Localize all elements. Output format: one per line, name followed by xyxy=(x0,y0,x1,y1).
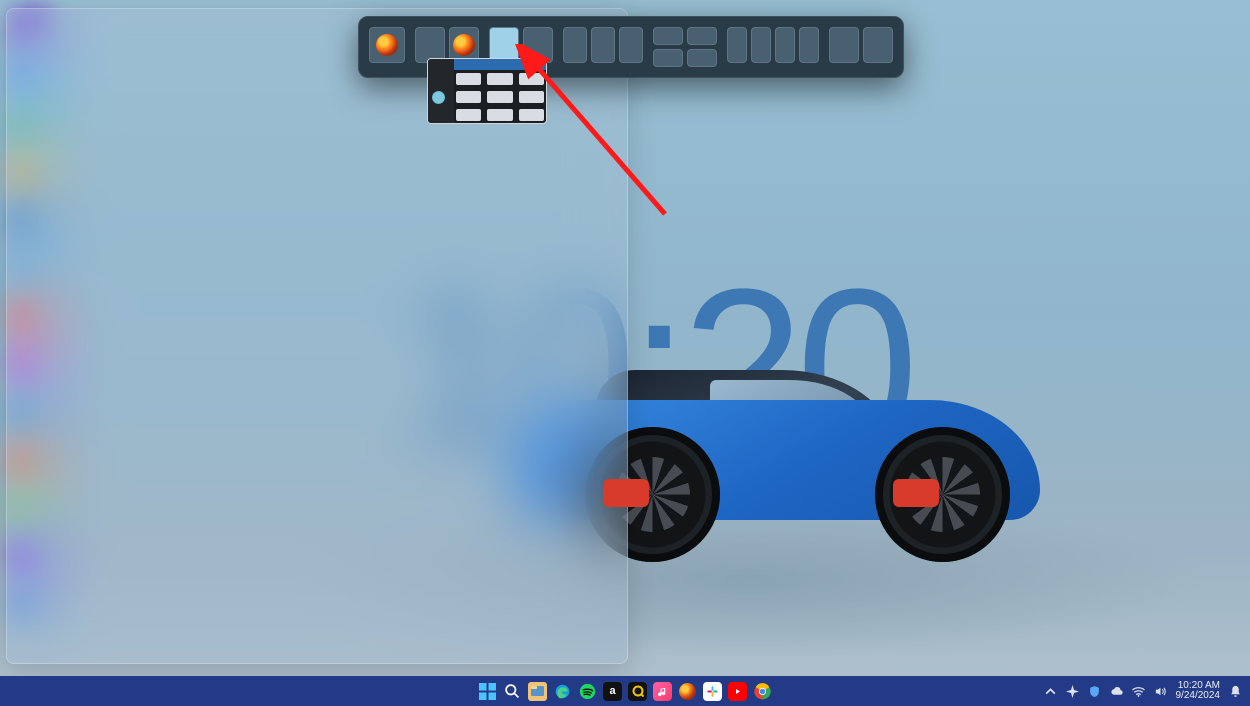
taskbar-app-q[interactable] xyxy=(628,682,647,701)
snap-cell[interactable] xyxy=(751,27,771,63)
taskbar-file-explorer[interactable] xyxy=(528,682,547,701)
snap-cell[interactable] xyxy=(687,49,717,67)
snap-cell[interactable] xyxy=(653,49,683,67)
taskbar-system-tray: 10:20 AM 9/24/2024 xyxy=(1044,681,1243,702)
firefox-icon xyxy=(679,683,696,700)
volume-icon[interactable] xyxy=(1154,685,1167,698)
snap-cell[interactable] xyxy=(653,27,683,45)
taskbar: a 10:20 AM 9/24/2024 xyxy=(0,676,1250,706)
taskbar-date: 9/24/2024 xyxy=(1176,691,1221,702)
snap-cell[interactable] xyxy=(727,27,747,63)
snap-cell[interactable] xyxy=(369,27,405,63)
notifications-icon[interactable] xyxy=(1229,685,1242,698)
taskbar-datetime[interactable]: 10:20 AM 9/24/2024 xyxy=(1176,681,1221,702)
snap-layout-full[interactable] xyxy=(367,25,407,69)
snap-cell[interactable] xyxy=(687,27,717,45)
taskbar-app-a[interactable]: a xyxy=(603,682,622,701)
firefox-icon xyxy=(376,34,398,56)
snap-cell[interactable] xyxy=(563,27,587,63)
chevron-up-icon[interactable] xyxy=(1044,685,1057,698)
start-button[interactable] xyxy=(478,682,497,701)
snap-candidate-window[interactable] xyxy=(427,58,547,124)
taskbar-slack[interactable] xyxy=(703,682,722,701)
shield-icon[interactable] xyxy=(1088,685,1101,698)
firefox-icon xyxy=(453,34,475,56)
taskbar-youtube[interactable] xyxy=(728,682,747,701)
snap-cell[interactable] xyxy=(799,27,819,63)
snap-cell[interactable] xyxy=(775,27,795,63)
taskbar-spotify[interactable] xyxy=(578,682,597,701)
snap-layout-thirds[interactable] xyxy=(561,25,645,69)
explorer-titlebar xyxy=(454,59,546,70)
user-avatar-icon xyxy=(432,91,445,104)
snap-layout-quad[interactable] xyxy=(651,25,719,69)
taskbar-chrome[interactable] xyxy=(753,682,772,701)
snap-cell[interactable] xyxy=(591,27,615,63)
snap-cell[interactable] xyxy=(619,27,643,63)
explorer-files xyxy=(456,73,544,121)
taskbar-edge[interactable] xyxy=(553,682,572,701)
taskbar-music[interactable] xyxy=(653,682,672,701)
taskbar-apps: a xyxy=(478,682,772,701)
taskbar-search[interactable] xyxy=(503,682,522,701)
snap-layout-quarters[interactable] xyxy=(725,25,821,69)
sparkle-icon[interactable] xyxy=(1066,685,1079,698)
snap-layout-half-c[interactable] xyxy=(827,25,895,69)
snap-cell[interactable] xyxy=(829,27,859,63)
taskbar-firefox[interactable] xyxy=(678,682,697,701)
snap-cell[interactable] xyxy=(863,27,893,63)
cloud-icon[interactable] xyxy=(1110,685,1123,698)
wifi-icon[interactable] xyxy=(1132,685,1145,698)
